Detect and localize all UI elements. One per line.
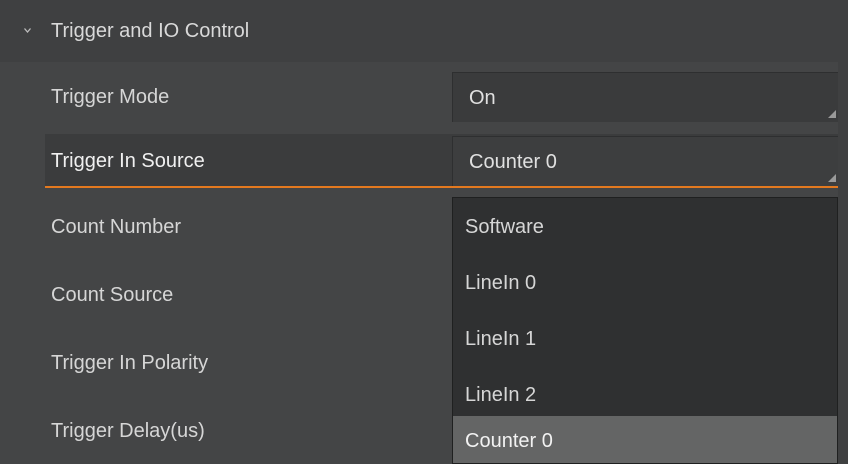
trigger-mode-label: Trigger Mode [51,86,170,108]
count-number-label: Count Number [51,216,182,238]
option-label: Software [465,216,544,238]
dropdown-option-counter-0[interactable]: Counter 0 [453,416,837,463]
trigger-mode-value: On [469,87,496,109]
section-title: Trigger and IO Control [51,20,250,42]
dropdown-corner-icon [828,174,836,182]
option-label: Counter 0 [465,430,553,452]
trigger-in-source-value: Counter 0 [469,151,557,173]
trigger-in-source-label: Trigger In Source [51,150,205,172]
dropdown-option-linein-2[interactable]: LineIn 2 [453,368,837,422]
trigger-in-source-combobox[interactable]: Counter 0 [452,136,838,186]
dropdown-option-software[interactable]: Software [453,200,837,254]
trigger-in-polarity-label: Trigger In Polarity [51,352,209,374]
chevron-down-icon[interactable] [24,27,31,34]
count-source-label: Count Source [51,284,174,306]
option-label: LineIn 1 [465,328,537,350]
dropdown-corner-icon [828,110,836,118]
dropdown-option-linein-0[interactable]: LineIn 0 [453,256,837,310]
trigger-mode-combobox[interactable]: On [452,72,838,122]
trigger-delay-label: Trigger Delay(us) [51,420,205,442]
dropdown-option-linein-1[interactable]: LineIn 1 [453,312,837,366]
selection-underline [45,186,838,188]
section-header-trigger-io[interactable]: Trigger and IO Control [0,0,838,62]
trigger-source-dropdown-list[interactable]: Software LineIn 0 LineIn 1 LineIn 2 Coun… [452,197,838,464]
option-label: LineIn 2 [465,384,537,406]
property-panel: Trigger and IO Control Trigger Mode On T… [0,0,848,464]
option-label: LineIn 0 [465,272,537,294]
panel-right-edge [838,0,848,464]
